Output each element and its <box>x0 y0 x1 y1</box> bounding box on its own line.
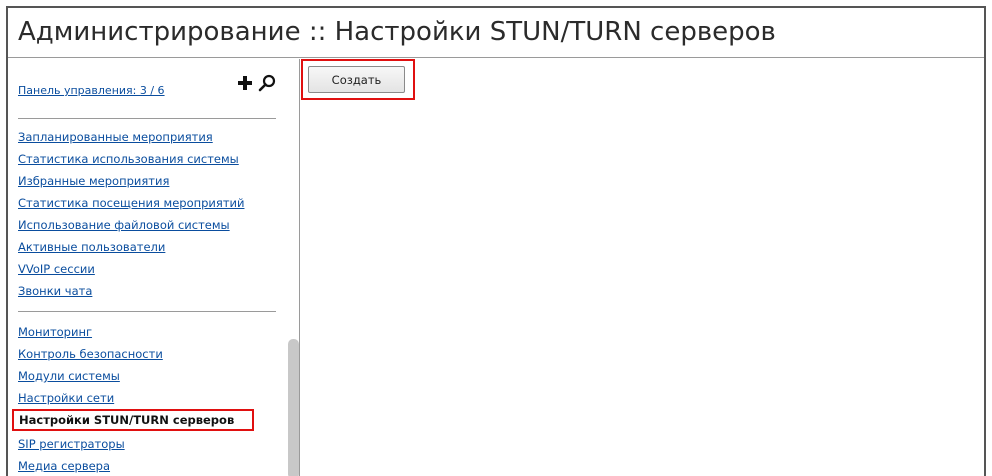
sidebar-item-system-modules[interactable]: Модули системы <box>18 368 120 384</box>
sidebar-item-vvoip-sessions[interactable]: VVoIP сессии <box>18 261 95 277</box>
sidebar-item-label: Настройки STUN/TURN серверов <box>19 413 235 427</box>
plus-icon[interactable] <box>238 76 252 90</box>
sidebar-item-filesystem-usage[interactable]: Использование файловой системы <box>18 217 230 233</box>
sidebar-item-favorite-events[interactable]: Избранные мероприятия <box>18 173 169 189</box>
sidebar: Панель управления: 3 / 6 Запланированные… <box>8 59 300 476</box>
sidebar-item-stun-turn-active[interactable]: Настройки STUN/TURN серверов <box>12 409 254 431</box>
sidebar-divider <box>18 118 276 119</box>
sidebar-item-scheduled-events[interactable]: Запланированные мероприятия <box>18 129 213 145</box>
sidebar-item-network-settings[interactable]: Настройки сети <box>18 390 114 406</box>
sidebar-item-sip-registrars[interactable]: SIP регистраторы <box>18 436 125 452</box>
title-bar: Администрирование :: Настройки STUN/TURN… <box>8 8 984 58</box>
sidebar-scrollbar[interactable] <box>288 339 299 476</box>
sidebar-item-event-attendance[interactable]: Статистика посещения мероприятий <box>18 195 244 211</box>
app-frame: Администрирование :: Настройки STUN/TURN… <box>6 6 986 476</box>
create-button[interactable]: Создать <box>308 66 405 93</box>
sidebar-item-monitoring[interactable]: Мониторинг <box>18 324 92 340</box>
sidebar-item-chat-calls[interactable]: Звонки чата <box>18 283 92 299</box>
sidebar-item-security-control[interactable]: Контроль безопасности <box>18 346 163 362</box>
sidebar-item-media-servers[interactable]: Медиа сервера <box>18 458 110 474</box>
sidebar-item-active-users[interactable]: Активные пользователи <box>18 239 165 255</box>
sidebar-divider <box>18 311 276 312</box>
control-panel-link[interactable]: Панель управления: 3 / 6 <box>18 84 165 97</box>
page-title: Администрирование :: Настройки STUN/TURN… <box>18 17 776 47</box>
sidebar-item-system-usage-stats[interactable]: Статистика использования системы <box>18 151 239 167</box>
search-icon[interactable] <box>258 74 276 92</box>
